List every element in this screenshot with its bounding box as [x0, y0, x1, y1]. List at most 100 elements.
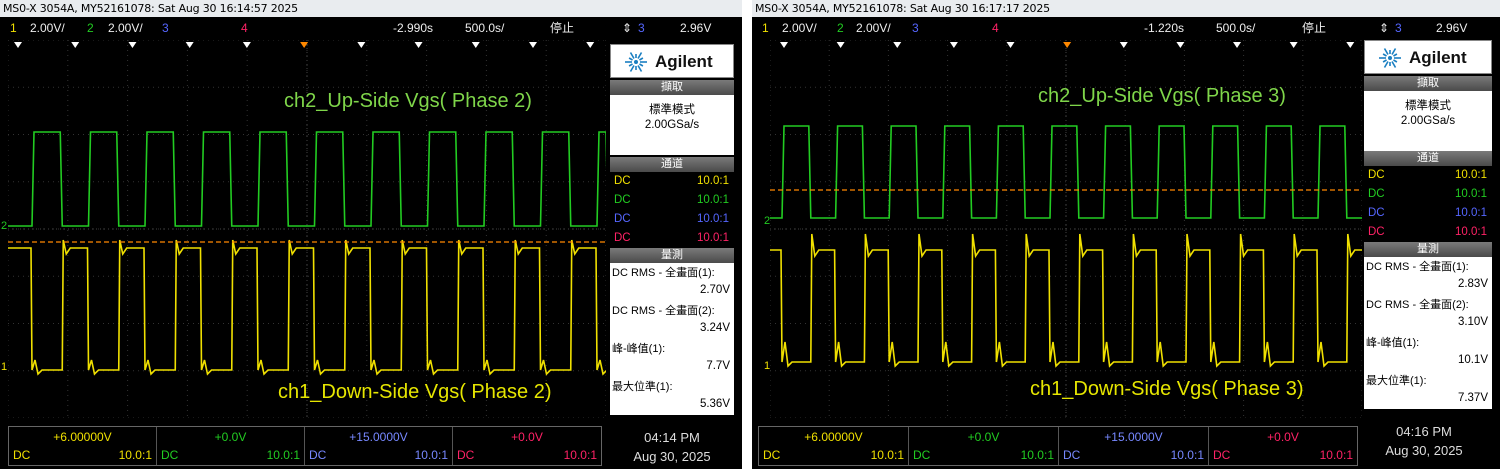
trigger-slope-icon[interactable]: ⇕ — [1379, 17, 1389, 40]
time-marker-icon — [14, 42, 22, 48]
softkey-ch2[interactable]: +0.0V DC 10.0:1 — [909, 427, 1059, 465]
trigger-level[interactable]: 2.96V — [680, 17, 711, 40]
ch3-number[interactable]: 3 — [912, 17, 919, 40]
time-marker-icon — [1289, 42, 1298, 48]
ch2-ground-marker[interactable]: 2 — [1, 220, 7, 232]
channel-row-3[interactable]: DC 10.0:1 — [1366, 204, 1489, 223]
meas-value-3: 7.7V — [706, 360, 730, 372]
ch1-ground-marker[interactable]: 1 — [1, 361, 7, 373]
channel-row-3[interactable]: DC 10.0:1 — [612, 210, 731, 229]
softkey-ch2[interactable]: +0.0V DC 10.0:1 — [157, 427, 305, 465]
channel-row-4[interactable]: DC 10.0:1 — [612, 229, 731, 248]
spark-ray — [1391, 61, 1397, 68]
spark-ray — [1382, 53, 1387, 57]
ch2-number[interactable]: 2 — [87, 17, 94, 40]
meas-label-1: DC RMS - 全畫面(1): — [1366, 261, 1469, 273]
channel-row-2[interactable]: DC 10.0:1 — [1366, 185, 1489, 204]
ch1-scale[interactable]: 2.00V/ — [30, 17, 65, 40]
timebase-value[interactable]: 500.0s/ — [465, 17, 504, 40]
run-state[interactable]: 停止 — [1302, 17, 1326, 40]
meas-label-1: DC RMS - 全畫面(1): — [612, 267, 715, 279]
spark-ray — [637, 65, 643, 72]
meas-label-3: 峰-峰值(1): — [1366, 337, 1420, 349]
channel-row-2[interactable]: DC 10.0:1 — [612, 191, 731, 210]
trigger-level[interactable]: 2.96V — [1436, 17, 1467, 40]
clock-time: 04:16 PM — [1396, 424, 1452, 439]
ch2-scale[interactable]: 2.00V/ — [108, 17, 143, 40]
ch4-number[interactable]: 4 — [241, 17, 248, 40]
side-panel: Agilent 擷取 標準模式 2.00GSa/s 通道 DC 10.0:1 DC… — [610, 44, 734, 415]
time-marker-icon — [357, 42, 366, 48]
spark-ray — [628, 57, 633, 61]
channel-row-1[interactable]: DC 10.0:1 — [612, 172, 731, 191]
spark-core — [634, 60, 638, 64]
ch1-annotation: ch1_Down-Side Vgs( Phase 2) — [278, 381, 552, 403]
meas-value-4: 5.36V — [699, 398, 730, 410]
time-marker-icon — [836, 42, 845, 48]
channel-header[interactable]: 通道 — [610, 157, 734, 172]
ch1-number[interactable]: 1 — [10, 17, 17, 40]
softkey-ch4[interactable]: +0.0V DC 10.0:1 — [1209, 427, 1357, 465]
brand-name: Agilent — [1409, 48, 1467, 67]
acq-rate: 2.00GSa/s — [644, 119, 700, 131]
title-bar: MS0-X 3054A, MY52161078: Sat Aug 30 16:1… — [752, 0, 1500, 17]
ch2-scale[interactable]: 2.00V/ — [856, 17, 891, 40]
trigger-source[interactable]: 3 — [638, 17, 645, 40]
ch2-number[interactable]: 2 — [837, 17, 844, 40]
ch2-annotation: ch2_Up-Side Vgs( Phase 2) — [284, 90, 532, 112]
spark-ray — [1391, 48, 1397, 55]
time-marker-icon — [471, 42, 480, 48]
side-panel: Agilent 擷取 標準模式 2.00GSa/s 通道 DC 10.0:1 DC… — [1364, 40, 1492, 411]
channel-softkeys: +6.00000V DC 10.0:1 +0.0V DC 10.0:1 +15.… — [8, 426, 602, 466]
acquisition-header[interactable]: 擷取 — [610, 80, 734, 95]
spark-ray — [639, 63, 644, 67]
acquisition-header[interactable]: 擷取 — [1364, 76, 1492, 91]
meas-value-4: 7.37V — [1457, 392, 1488, 404]
softkey-ch3[interactable]: +15.0000V DC 10.0:1 — [305, 427, 453, 465]
measurement-list: DC RMS - 全畫面(1): 2.83V DC RMS - 全畫面(2): … — [1364, 257, 1492, 409]
time-marker-icon — [414, 42, 423, 48]
clock-date: Aug 30, 2025 — [1385, 443, 1463, 458]
run-state[interactable]: 停止 — [550, 17, 574, 40]
spark-ray — [629, 65, 635, 72]
spark-ray — [637, 52, 643, 59]
softkey-ch4[interactable]: +0.0V DC 10.0:1 — [453, 427, 601, 465]
acq-mode: 標準模式 — [1405, 100, 1451, 112]
softkey-ch1[interactable]: +6.00000V DC 10.0:1 — [759, 427, 909, 465]
time-marker-icon — [242, 42, 251, 48]
ch1-scale[interactable]: 2.00V/ — [782, 17, 817, 40]
channel-row-1[interactable]: DC 10.0:1 — [1366, 166, 1489, 185]
scope-screen-phase-3: MS0-X 3054A, MY52161078: Sat Aug 30 16:1… — [752, 0, 1500, 469]
ch3-number[interactable]: 3 — [162, 17, 169, 40]
trigger-source[interactable]: 3 — [1395, 17, 1402, 40]
ch4-number[interactable]: 4 — [992, 17, 999, 40]
clock-time: 04:14 PM — [644, 430, 700, 445]
time-marker-icon — [1176, 42, 1185, 48]
ch2-ground-marker[interactable]: 2 — [764, 215, 770, 227]
spark-ray — [639, 57, 644, 61]
spark-ray — [1393, 53, 1398, 57]
meas-value-2: 3.10V — [1457, 316, 1488, 328]
delay-value[interactable]: -2.990s — [393, 17, 433, 40]
meas-value-1: 2.83V — [1457, 278, 1488, 290]
channel-header[interactable]: 通道 — [1364, 151, 1492, 166]
timebase-value[interactable]: 500.0s/ — [1216, 17, 1255, 40]
clock-date: Aug 30, 2025 — [633, 449, 711, 464]
ch1-number[interactable]: 1 — [762, 17, 769, 40]
clock: 04:16 PM Aug 30, 2025 — [1364, 422, 1484, 460]
brand-box: Agilent — [610, 44, 734, 78]
channel-row-4[interactable]: DC 10.0:1 — [1366, 223, 1489, 242]
delay-value[interactable]: -1.220s — [1144, 17, 1184, 40]
time-marker-icon — [586, 42, 595, 48]
softkey-ch3[interactable]: +15.0000V DC 10.0:1 — [1059, 427, 1209, 465]
time-marker-icon — [1006, 42, 1015, 48]
softkey-ch1[interactable]: +6.00000V DC 10.0:1 — [9, 427, 157, 465]
agilent-spark-icon — [1379, 48, 1401, 68]
trigger-slope-icon[interactable]: ⇕ — [622, 17, 632, 40]
measure-header[interactable]: 量測 — [1364, 242, 1492, 257]
measure-header[interactable]: 量測 — [610, 248, 734, 263]
spark-ray — [629, 52, 635, 59]
ch1-ground-marker[interactable]: 1 — [764, 360, 770, 372]
ch1-annotation: ch1_Down-Side Vgs( Phase 3) — [1030, 378, 1304, 400]
acq-rate: 2.00GSa/s — [1400, 115, 1456, 127]
